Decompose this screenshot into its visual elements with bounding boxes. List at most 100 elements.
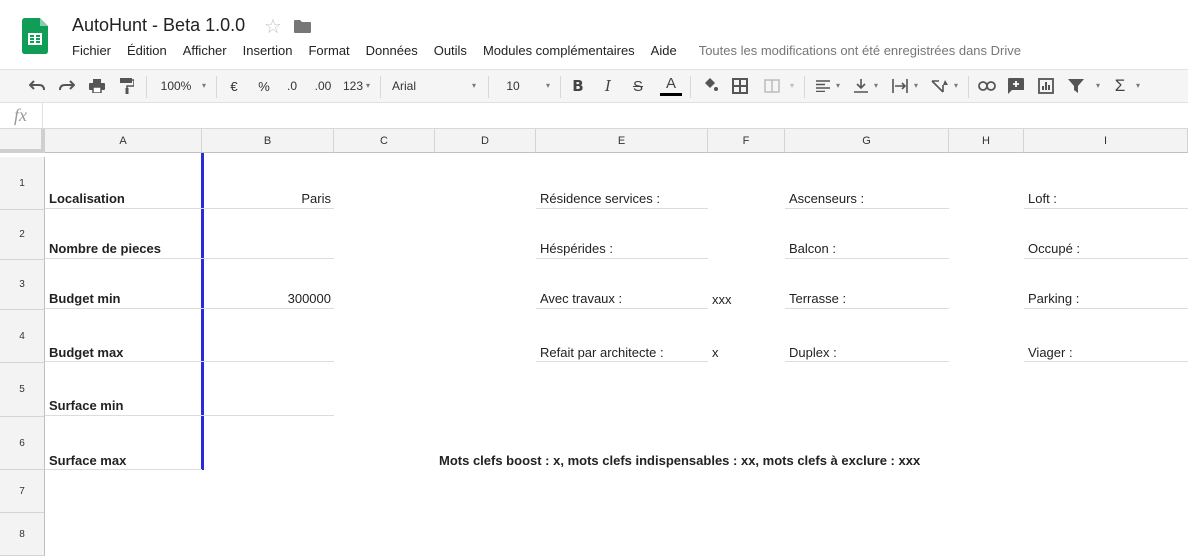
cell-i1[interactable]: Loft : bbox=[1028, 191, 1057, 207]
cell-f4[interactable]: x bbox=[712, 345, 719, 361]
folder-icon[interactable] bbox=[294, 20, 311, 33]
spreadsheet-grid[interactable]: A B C D E F G H I 1 2 3 4 5 6 7 8 Locali… bbox=[0, 129, 1188, 556]
row-header-1[interactable]: 1 bbox=[0, 157, 45, 210]
row-header-2[interactable]: 2 bbox=[0, 210, 45, 260]
align-left-icon[interactable] bbox=[814, 70, 832, 102]
redo-icon[interactable] bbox=[56, 70, 78, 102]
vertical-align-caret-icon[interactable]: ▾ bbox=[874, 81, 878, 90]
insert-comment-icon[interactable] bbox=[1006, 70, 1026, 102]
column-header-h[interactable]: H bbox=[949, 129, 1024, 153]
menu-afficher[interactable]: Afficher bbox=[183, 43, 227, 61]
cell-i3[interactable]: Parking : bbox=[1028, 291, 1079, 307]
row-header-7[interactable]: 7 bbox=[0, 470, 45, 513]
cell-e1[interactable]: Résidence services : bbox=[540, 191, 660, 207]
number-format-caret-icon[interactable]: ▾ bbox=[366, 81, 370, 90]
filter-caret-icon[interactable]: ▾ bbox=[1096, 81, 1100, 90]
keyword-legend[interactable]: Mots clefs boost : x, mots clefs indispe… bbox=[439, 453, 920, 469]
percent-format-button[interactable]: % bbox=[256, 70, 272, 102]
column-header-e[interactable]: E bbox=[536, 129, 708, 153]
select-all-corner[interactable] bbox=[0, 129, 45, 153]
row-header-5[interactable]: 5 bbox=[0, 363, 45, 417]
document-title[interactable]: AutoHunt - Beta 1.0.0 bbox=[72, 15, 245, 36]
row-6-underline bbox=[45, 469, 202, 470]
g1-underline bbox=[785, 208, 949, 209]
filter-icon[interactable] bbox=[1066, 70, 1086, 102]
star-icon[interactable]: ☆ bbox=[264, 14, 282, 39]
align-caret-icon[interactable]: ▾ bbox=[836, 81, 840, 90]
increase-decimal-button[interactable]: .00 bbox=[310, 70, 336, 102]
text-rotation-caret-icon[interactable]: ▾ bbox=[954, 81, 958, 90]
functions-caret-icon[interactable]: ▾ bbox=[1136, 81, 1140, 90]
text-wrap-caret-icon[interactable]: ▾ bbox=[914, 81, 918, 90]
merge-cells-icon[interactable] bbox=[762, 70, 782, 102]
e3-underline bbox=[536, 308, 708, 309]
menu-aide[interactable]: Aide bbox=[651, 43, 677, 61]
row-header-6[interactable]: 6 bbox=[0, 417, 45, 470]
insert-chart-icon[interactable] bbox=[1036, 70, 1056, 102]
font-size-select[interactable]: 10 bbox=[500, 70, 526, 102]
row-header-3[interactable]: 3 bbox=[0, 260, 45, 310]
font-select[interactable]: Arial bbox=[392, 70, 428, 102]
font-caret-icon[interactable]: ▾ bbox=[472, 81, 476, 90]
cell-e2[interactable]: Héspérides : bbox=[540, 241, 613, 257]
menu-outils[interactable]: Outils bbox=[434, 43, 467, 61]
cell-a6[interactable]: Surface max bbox=[49, 453, 126, 469]
cell-b1[interactable]: Paris bbox=[204, 191, 331, 207]
save-status[interactable]: Toutes les modifications ont été enregis… bbox=[699, 43, 1021, 61]
number-format-button[interactable]: 123 bbox=[340, 70, 366, 102]
cell-a4[interactable]: Budget max bbox=[49, 345, 123, 361]
cell-a5[interactable]: Surface min bbox=[49, 398, 123, 414]
cell-g3[interactable]: Terrasse : bbox=[789, 291, 846, 307]
strikethrough-button[interactable]: S bbox=[630, 70, 646, 102]
currency-format-button[interactable]: € bbox=[226, 70, 242, 102]
bold-button[interactable]: B bbox=[570, 70, 586, 102]
insert-link-icon[interactable] bbox=[976, 70, 998, 102]
column-header-b[interactable]: B bbox=[202, 129, 334, 153]
zoom-select[interactable]: 100% bbox=[156, 70, 196, 102]
sheets-logo-icon[interactable] bbox=[22, 18, 48, 54]
cell-g2[interactable]: Balcon : bbox=[789, 241, 836, 257]
menu-insertion[interactable]: Insertion bbox=[243, 43, 293, 61]
text-color-button[interactable]: A bbox=[660, 70, 682, 102]
column-header-i[interactable]: I bbox=[1024, 129, 1188, 153]
text-rotation-icon[interactable] bbox=[930, 70, 950, 102]
menu-format[interactable]: Format bbox=[308, 43, 349, 61]
cell-e3[interactable]: Avec travaux : bbox=[540, 291, 622, 307]
text-wrap-icon[interactable] bbox=[890, 70, 910, 102]
print-icon[interactable] bbox=[86, 70, 108, 102]
fill-color-icon[interactable] bbox=[700, 70, 720, 102]
undo-icon[interactable] bbox=[26, 70, 48, 102]
font-size-caret-icon[interactable]: ▾ bbox=[546, 81, 550, 90]
menu-edition[interactable]: Édition bbox=[127, 43, 167, 61]
cell-f3[interactable]: xxx bbox=[712, 292, 732, 308]
paint-format-icon[interactable] bbox=[116, 70, 138, 102]
italic-button[interactable]: I bbox=[600, 70, 616, 102]
cell-a1[interactable]: Localisation bbox=[49, 191, 125, 207]
cell-a3[interactable]: Budget min bbox=[49, 291, 121, 307]
cell-e4[interactable]: Refait par architecte : bbox=[540, 345, 664, 361]
decrease-decimal-button[interactable]: .0 bbox=[282, 70, 302, 102]
merge-caret-icon[interactable]: ▾ bbox=[790, 81, 794, 90]
functions-icon[interactable]: Σ bbox=[1110, 70, 1130, 102]
column-header-a[interactable]: A bbox=[45, 129, 202, 153]
menu-donnees[interactable]: Données bbox=[366, 43, 418, 61]
borders-icon[interactable] bbox=[730, 70, 750, 102]
row-header-8[interactable]: 8 bbox=[0, 513, 45, 556]
column-header-d[interactable]: D bbox=[435, 129, 536, 153]
menu-modules[interactable]: Modules complémentaires bbox=[483, 43, 635, 61]
menu-fichier[interactable]: Fichier bbox=[72, 43, 111, 61]
cell-b3[interactable]: 300000 bbox=[204, 291, 331, 307]
formula-bar: fx bbox=[0, 103, 1188, 129]
formula-input[interactable] bbox=[42, 103, 1188, 128]
cell-g1[interactable]: Ascenseurs : bbox=[789, 191, 864, 207]
cell-g4[interactable]: Duplex : bbox=[789, 345, 837, 361]
column-header-f[interactable]: F bbox=[708, 129, 785, 153]
column-header-c[interactable]: C bbox=[334, 129, 435, 153]
cell-a2[interactable]: Nombre de pieces bbox=[49, 241, 161, 257]
zoom-caret-icon[interactable]: ▾ bbox=[202, 81, 206, 90]
column-header-g[interactable]: G bbox=[785, 129, 949, 153]
cell-i4[interactable]: Viager : bbox=[1028, 345, 1073, 361]
row-header-4[interactable]: 4 bbox=[0, 310, 45, 363]
cell-i2[interactable]: Occupé : bbox=[1028, 241, 1080, 257]
vertical-align-icon[interactable] bbox=[852, 70, 870, 102]
